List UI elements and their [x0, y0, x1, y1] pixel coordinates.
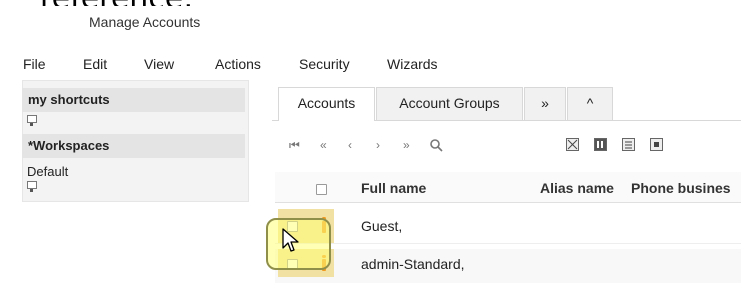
tab-more[interactable]: » [524, 87, 566, 120]
row-full-name: Guest, [361, 218, 403, 234]
list-view-icon[interactable] [622, 138, 635, 151]
column-header-full-name[interactable]: Full name [361, 180, 426, 196]
menu-actions[interactable]: Actions [215, 56, 261, 72]
menu-view[interactable]: View [144, 56, 174, 72]
last-page-icon[interactable]: » [403, 138, 410, 152]
workspace-default[interactable]: Default [27, 164, 68, 179]
first-page-icon[interactable]: ⏮ [289, 138, 300, 152]
window-title: Manage Accounts [89, 14, 201, 30]
shortcuts-header[interactable]: my shortcuts [22, 88, 245, 112]
table-row[interactable] [275, 209, 741, 244]
menu-bar [0, 44, 741, 78]
select-all-checkbox[interactable] [316, 184, 327, 195]
workspace-icon [27, 181, 37, 192]
tab-accounts[interactable]: Accounts [278, 87, 375, 121]
next-icon[interactable]: › [376, 138, 380, 152]
column-header-alias-name[interactable]: Alias name [540, 180, 614, 196]
expand-view-icon[interactable] [650, 138, 663, 151]
mouse-pointer-icon [282, 228, 300, 254]
menu-edit[interactable]: Edit [83, 56, 107, 72]
column-header-phone-business[interactable]: Phone busines [631, 180, 731, 196]
tab-account-groups[interactable]: Account Groups [376, 87, 523, 120]
prev-fast-icon[interactable]: « [320, 138, 327, 152]
shortcut-icon [27, 115, 37, 126]
column-view-icon[interactable] [594, 138, 607, 151]
row-full-name: admin-Standard, [361, 256, 465, 272]
search-icon[interactable] [429, 138, 443, 155]
prev-icon[interactable]: ‹ [348, 138, 352, 152]
close-view-icon[interactable] [566, 138, 579, 151]
workspaces-header[interactable]: *Workspaces [22, 134, 245, 158]
menu-security[interactable]: Security [299, 56, 350, 72]
table-row[interactable] [275, 249, 741, 283]
menu-wizards[interactable]: Wizards [387, 56, 438, 72]
menu-file[interactable]: File [23, 56, 46, 72]
tab-collapse[interactable]: ^ [567, 87, 613, 120]
